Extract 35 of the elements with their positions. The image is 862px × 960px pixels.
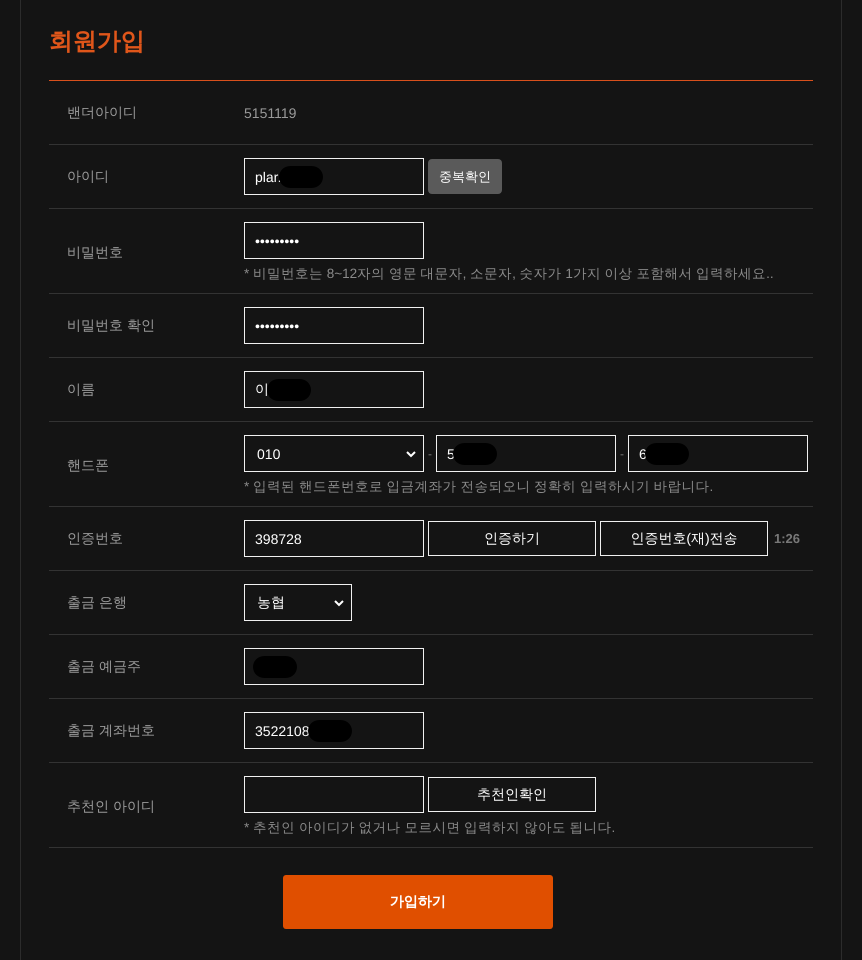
field-label: 출금 계좌번호 (66, 722, 156, 740)
input-field[interactable]: ••••••••• (244, 307, 424, 344)
field-label: 비밀번호 확인 (66, 316, 156, 334)
dash-separator: - (620, 446, 624, 460)
field-label: 추천인 아이디 (66, 798, 156, 816)
signup-button[interactable]: 가입하기 (283, 875, 553, 929)
input-field[interactable]: 3522108 (244, 712, 424, 749)
input-field[interactable]: 6 (628, 435, 808, 472)
field-label: 이름 (66, 380, 96, 398)
field-label: 출금 예금주 (66, 658, 142, 676)
field-label: 비밀번호 (66, 244, 124, 262)
action-button[interactable]: 인증번호(재)전송 (600, 521, 768, 556)
input-field[interactable]: 이 (244, 371, 424, 408)
action-button[interactable]: 추천인확인 (428, 777, 596, 812)
field-label: 출금 은행 (66, 594, 128, 612)
field-label: 밴더아이디 (66, 104, 138, 122)
field-label: 인증번호 (66, 530, 124, 548)
select-field[interactable]: 010 (244, 435, 424, 472)
input-field[interactable] (244, 648, 424, 685)
page-title: 회원가입 (49, 0, 813, 81)
input-field[interactable]: plar. (244, 158, 424, 195)
select-field[interactable]: 농협 (244, 584, 352, 621)
dash-separator: - (428, 446, 432, 460)
field-label: 아이디 (66, 168, 110, 186)
input-field[interactable]: ••••••••• (244, 222, 424, 259)
hint-text: * 추천인 아이디가 없거나 모르시면 입력하지 않아도 됩니다. (244, 819, 616, 837)
input-field[interactable] (244, 776, 424, 813)
check-button[interactable]: 중복확인 (428, 159, 502, 194)
countdown-timer: 1:26 (774, 531, 800, 546)
input-field[interactable]: 398728 (244, 520, 424, 557)
hint-text: * 비밀번호는 8~12자의 영문 대문자, 소문자, 숫자가 1가지 이상 포함해서 입력하세요.. (244, 265, 774, 283)
field-label: 핸드폰 (66, 456, 110, 474)
action-button[interactable]: 인증하기 (428, 521, 596, 556)
hint-text: * 입력된 핸드폰번호로 입금계좌가 전송되오니 정확히 입력하시기 바랍니다. (244, 478, 714, 496)
vendor-id-value: 5151119 (244, 104, 296, 120)
